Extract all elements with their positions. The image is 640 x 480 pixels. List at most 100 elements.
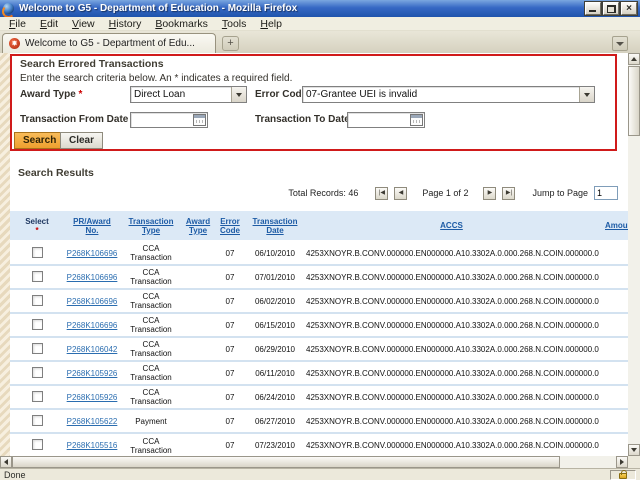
vertical-scroll-thumb[interactable] xyxy=(628,66,640,136)
results-tbody: P268K106696 CCA Transaction 07 06/10/201… xyxy=(10,241,628,456)
error-code-cell: 07 xyxy=(214,289,246,313)
menu-history[interactable]: History xyxy=(102,18,149,30)
table-row: P268K106696 CCA Transaction 07 07/01/201… xyxy=(10,265,628,289)
award-type-select[interactable]: Direct Loan xyxy=(130,86,247,103)
calendar-icon[interactable] xyxy=(410,114,423,126)
pagination-bar: Total Records: 46 |◀ ◀ Page 1 of 2 ▶ ▶| … xyxy=(0,185,618,201)
scroll-left-button[interactable] xyxy=(0,456,12,468)
next-page-button[interactable]: ▶ xyxy=(483,187,496,200)
row-select-checkbox[interactable] xyxy=(32,367,43,378)
transaction-date-cell: 07/01/2010 xyxy=(246,265,304,289)
vertical-scrollbar[interactable] xyxy=(628,53,640,456)
minimize-button[interactable] xyxy=(585,2,601,15)
scroll-down-button[interactable] xyxy=(628,444,640,456)
tab-welcome-g5[interactable]: Welcome to G5 - Department of Edu... xyxy=(2,33,216,53)
horizontal-scroll-thumb[interactable] xyxy=(12,456,560,468)
award-type-cell xyxy=(182,289,214,313)
total-records-label: Total Records: 46 xyxy=(288,188,358,198)
dropdown-arrow-icon[interactable] xyxy=(579,87,594,102)
new-tab-button[interactable]: + xyxy=(222,36,239,51)
row-select-checkbox[interactable] xyxy=(32,415,43,426)
horizontal-scrollbar[interactable] xyxy=(0,456,628,468)
dropdown-arrow-icon[interactable] xyxy=(231,87,246,102)
titlebar[interactable]: Welcome to G5 - Department of Education … xyxy=(0,0,640,17)
pr-award-link[interactable]: P268K105622 xyxy=(67,417,118,426)
to-date-label: Transaction To Date xyxy=(255,114,350,125)
menu-edit[interactable]: Edit xyxy=(33,18,65,30)
list-all-tabs-button[interactable] xyxy=(612,36,628,51)
row-select-checkbox[interactable] xyxy=(32,343,43,354)
table-header-row: Select * PR/Award No. Transaction Type A… xyxy=(10,211,628,241)
error-code-cell: 07 xyxy=(214,433,246,456)
award-type-cell xyxy=(182,433,214,456)
select-cell xyxy=(10,409,64,433)
pr-award-link[interactable]: P268K105926 xyxy=(67,393,118,402)
pr-award-link[interactable]: P268K106042 xyxy=(67,345,118,354)
accs-cell: 4253XNOYR.B.CONV.000000.EN000000.A10.330… xyxy=(304,433,599,456)
pr-award-cell: P268K106696 xyxy=(64,289,120,313)
search-form: Search Errored Transactions Enter the se… xyxy=(10,54,617,151)
pr-award-cell: P268K106696 xyxy=(64,313,120,337)
pr-award-link[interactable]: P268K106696 xyxy=(67,297,118,306)
pr-award-cell: P268K105926 xyxy=(64,385,120,409)
amount-cell: $2,5 xyxy=(599,361,628,385)
pr-award-link[interactable]: P268K106696 xyxy=(67,321,118,330)
minimize-icon xyxy=(589,10,596,12)
menu-bookmarks[interactable]: Bookmarks xyxy=(148,18,215,30)
menu-file[interactable]: File xyxy=(2,18,33,30)
restore-icon xyxy=(607,5,616,13)
menu-help[interactable]: Help xyxy=(253,18,289,30)
restore-button[interactable] xyxy=(603,2,619,15)
row-select-checkbox[interactable] xyxy=(32,439,43,450)
amount-cell: $82, xyxy=(599,409,628,433)
menu-view[interactable]: View xyxy=(65,18,102,30)
pr-award-link[interactable]: P268K105516 xyxy=(67,441,118,450)
pr-award-link[interactable]: P268K105926 xyxy=(67,369,118,378)
last-page-button[interactable]: ▶| xyxy=(502,187,515,200)
search-button[interactable]: Search xyxy=(14,132,65,149)
pr-award-cell: P268K105926 xyxy=(64,361,120,385)
error-code-label: Error Code xyxy=(255,89,307,100)
prev-page-button[interactable]: ◀ xyxy=(394,187,407,200)
transaction-type-cell: CCA Transaction xyxy=(120,433,182,456)
error-code-cell: 07 xyxy=(214,385,246,409)
select-cell xyxy=(10,385,64,409)
security-panel[interactable] xyxy=(610,470,636,480)
select-cell xyxy=(10,433,64,456)
transaction-type-cell: CCA Transaction xyxy=(120,289,182,313)
results-table: Select * PR/Award No. Transaction Type A… xyxy=(10,211,628,456)
menubar: FileEditViewHistoryBookmarksToolsHelp xyxy=(0,17,640,31)
select-cell xyxy=(10,313,64,337)
award-type-label: Award Type * xyxy=(20,89,82,100)
scroll-up-button[interactable] xyxy=(628,53,640,65)
from-date-field[interactable] xyxy=(130,112,208,128)
error-code-select[interactable]: 07-Grantee UEI is invalid xyxy=(302,86,595,103)
jump-to-page-input[interactable] xyxy=(594,186,618,200)
pr-award-link[interactable]: P268K106696 xyxy=(67,249,118,258)
clear-button[interactable]: Clear xyxy=(60,132,103,149)
first-page-button[interactable]: |◀ xyxy=(375,187,388,200)
row-select-checkbox[interactable] xyxy=(32,247,43,258)
select-cell xyxy=(10,337,64,361)
row-select-checkbox[interactable] xyxy=(32,391,43,402)
row-select-checkbox[interactable] xyxy=(32,295,43,306)
jump-to-page-label: Jump to Page xyxy=(532,188,588,198)
amount-cell: $11, xyxy=(599,265,628,289)
select-cell xyxy=(10,361,64,385)
menu-tools[interactable]: Tools xyxy=(215,18,254,30)
column-header-error-code: Error Code xyxy=(214,211,246,241)
table-row: P268K105622 Payment 07 06/27/2010 4253XN… xyxy=(10,409,628,433)
transaction-date-cell: 06/10/2010 xyxy=(246,241,304,265)
row-select-checkbox[interactable] xyxy=(32,319,43,330)
calendar-icon[interactable] xyxy=(193,114,206,126)
required-asterisk: * xyxy=(79,89,83,100)
row-select-checkbox[interactable] xyxy=(32,271,43,282)
amount-cell: $38, xyxy=(599,313,628,337)
accs-cell: 4253XNOYR.B.CONV.000000.EN000000.A10.330… xyxy=(304,241,599,265)
to-date-field[interactable] xyxy=(347,112,425,128)
close-button[interactable]: × xyxy=(621,2,637,15)
scroll-right-button[interactable] xyxy=(616,456,628,468)
pr-award-link[interactable]: P268K106696 xyxy=(67,273,118,282)
table-row: P268K106696 CCA Transaction 07 06/10/201… xyxy=(10,241,628,265)
select-cell xyxy=(10,289,64,313)
